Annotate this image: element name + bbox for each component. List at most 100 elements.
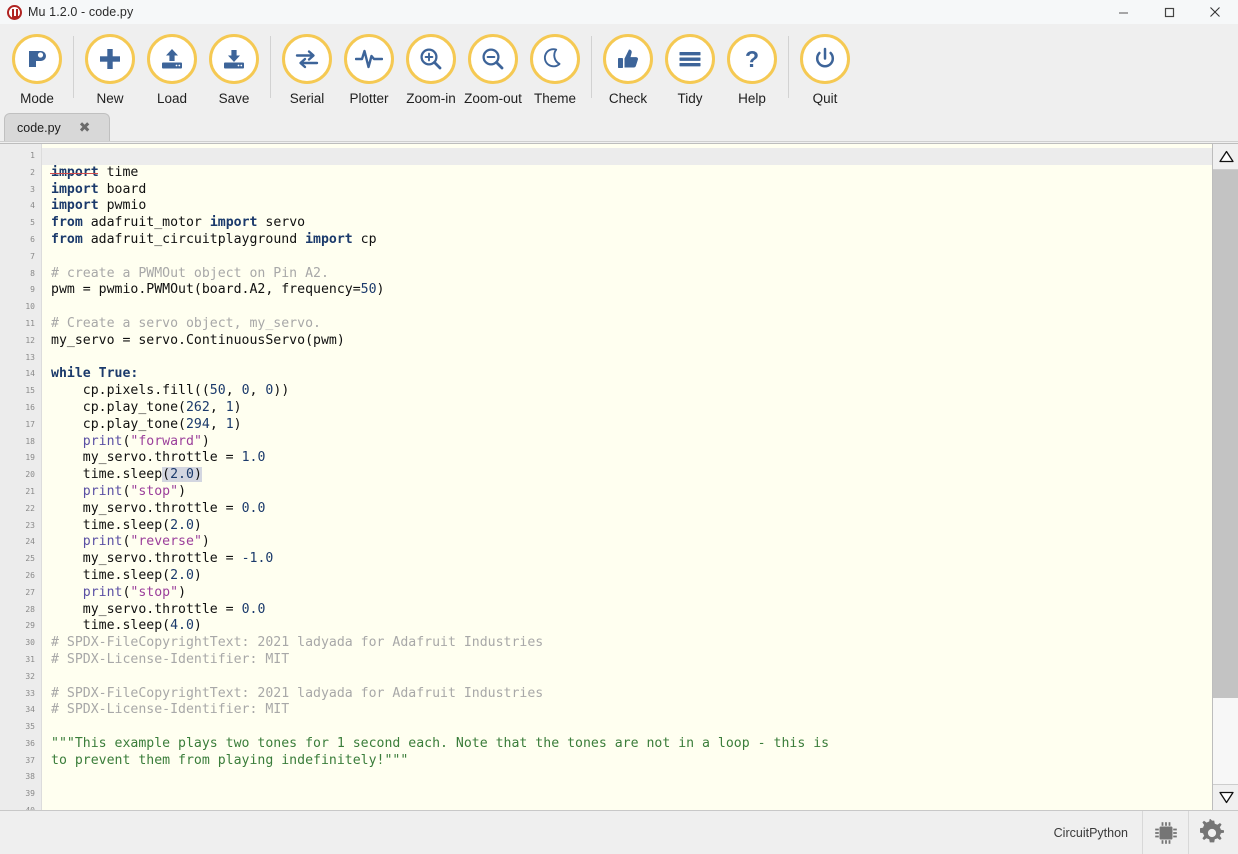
code-line[interactable]: from adafruit_circuitplayground import c… <box>51 232 1212 249</box>
code-token: ) <box>193 517 202 533</box>
toolbar-button-check[interactable]: Check <box>597 32 659 106</box>
code-line[interactable]: # SPDX-License-Identifier: MIT <box>51 652 1212 669</box>
code-token: to prevent them from playing indefinitel… <box>51 752 409 768</box>
toolbar-button-new[interactable]: New <box>79 32 141 106</box>
code-token: from <box>51 231 83 247</box>
magnifier-minus-icon-wrap <box>468 34 518 84</box>
toolbar-button-theme[interactable]: Theme <box>524 32 586 106</box>
code-token: adafruit_motor <box>82 215 210 231</box>
toolbar-button-zoom-out[interactable]: Zoom-out <box>462 32 524 106</box>
code-line[interactable]: print("stop") <box>51 484 1212 501</box>
line-number: 36 <box>25 738 35 748</box>
code-line[interactable]: import pwmio <box>51 198 1212 215</box>
code-line[interactable] <box>42 148 1212 165</box>
code-line[interactable] <box>51 803 1212 810</box>
code-token: ) <box>193 567 202 583</box>
close-button[interactable] <box>1192 0 1238 24</box>
line-number: 19 <box>25 453 35 463</box>
code-token: my_servo = servo.ContinuousServo(pwm) <box>51 332 345 348</box>
minimize-button[interactable] <box>1100 0 1146 24</box>
code-line[interactable] <box>51 786 1212 803</box>
line-number: 8 <box>30 268 35 278</box>
code-line[interactable]: """This example plays two tones for 1 se… <box>51 736 1212 753</box>
toolbar-separator-4 <box>788 36 789 98</box>
scrollbar-track[interactable] <box>1213 170 1238 784</box>
code-line[interactable]: print("reverse") <box>51 534 1212 551</box>
code-line[interactable]: my_servo = servo.ContinuousServo(pwm) <box>51 333 1212 350</box>
code-line[interactable]: my_servo.throttle = -1.0 <box>51 551 1212 568</box>
tab-code-py[interactable]: code.py ✖ <box>4 113 110 141</box>
code-token: 0.0 <box>241 601 266 617</box>
device-status-button[interactable] <box>1142 810 1188 854</box>
toolbar-button-plotter[interactable]: Plotter <box>338 32 400 106</box>
code-token: "stop" <box>130 483 179 499</box>
toolbar-label-mode: Mode <box>20 91 54 106</box>
plus-icon <box>100 49 120 69</box>
code-line[interactable]: # Create a servo object, my_servo. <box>51 316 1212 333</box>
toolbar-button-quit[interactable]: Quit <box>794 32 856 106</box>
settings-button[interactable] <box>1188 810 1234 854</box>
code-line[interactable]: time.sleep(2.0) <box>51 568 1212 585</box>
code-token: while True: <box>51 366 139 382</box>
vertical-scrollbar[interactable] <box>1212 144 1238 810</box>
close-icon[interactable]: ✖ <box>79 121 91 135</box>
toolbar-button-save[interactable]: Save <box>203 32 265 106</box>
code-line[interactable]: # SPDX-License-Identifier: MIT <box>51 702 1212 719</box>
code-token: my_servo.throttle = <box>51 500 242 516</box>
code-line[interactable]: my_servo.throttle = 1.0 <box>51 450 1212 467</box>
code-line[interactable] <box>51 299 1212 316</box>
line-number: 39 <box>25 789 35 799</box>
code-line[interactable]: to prevent them from playing indefinitel… <box>51 753 1212 770</box>
triangle-down-icon <box>1218 791 1234 804</box>
code-token: time.sleep( <box>51 517 171 533</box>
code-token: print <box>82 483 123 499</box>
code-line[interactable]: pwm = pwmio.PWMOut(board.A2, frequency=5… <box>51 282 1212 299</box>
code-line[interactable]: import board <box>51 182 1212 199</box>
code-line[interactable] <box>51 669 1212 686</box>
code-line[interactable]: # create a PWMOut object on Pin A2. <box>51 266 1212 283</box>
code-line[interactable]: time.sleep(4.0) <box>51 618 1212 635</box>
code-line[interactable]: # SPDX-FileCopyrightText: 2021 ladyada f… <box>51 635 1212 652</box>
line-number: 16 <box>25 402 35 412</box>
code-line[interactable] <box>51 719 1212 736</box>
scroll-down-button[interactable] <box>1213 784 1238 810</box>
code-line[interactable]: cp.pixels.fill((50, 0, 0)) <box>51 383 1212 400</box>
code-line[interactable]: my_servo.throttle = 0.0 <box>51 501 1212 518</box>
scroll-up-button[interactable] <box>1213 144 1238 170</box>
toolbar-button-zoom-in[interactable]: Zoom-in <box>400 32 462 106</box>
code-token: pwm = pwmio.PWMOut(board.A2, frequency= <box>51 282 361 298</box>
code-text-area[interactable]: import time import board import pwmio from … <box>42 144 1212 810</box>
code-line[interactable]: time.sleep(2.0) <box>51 518 1212 535</box>
code-line[interactable]: import time <box>51 165 1212 182</box>
code-token: """This example plays two tones for 1 se… <box>51 735 830 751</box>
toolbar-button-load[interactable]: Load <box>141 32 203 106</box>
code-token: ) <box>193 618 202 634</box>
toolbar-button-help[interactable]: ? Help <box>721 32 783 106</box>
code-line[interactable] <box>51 350 1212 367</box>
code-line[interactable]: cp.play_tone(262, 1) <box>51 400 1212 417</box>
toolbar-label-serial: Serial <box>289 91 325 106</box>
toolbar-button-mode[interactable]: Mode <box>6 32 68 106</box>
code-token: cp.play_tone( <box>51 416 186 432</box>
status-mode-label[interactable]: CircuitPython <box>1040 826 1142 840</box>
toolbar-button-tidy[interactable]: Tidy <box>659 32 721 106</box>
toolbar-label-plotter: Plotter <box>349 91 389 106</box>
line-number: 21 <box>25 486 35 496</box>
code-line[interactable]: while True: <box>51 366 1212 383</box>
code-line[interactable]: cp.play_tone(294, 1) <box>51 417 1212 434</box>
code-token: 50 <box>360 282 377 298</box>
scrollbar-thumb[interactable] <box>1213 170 1238 699</box>
toolbar-button-serial[interactable]: Serial <box>276 32 338 106</box>
toolbar-separator-1 <box>73 36 74 98</box>
code-token: # SPDX-License-Identifier: MIT <box>51 651 290 667</box>
code-line[interactable] <box>51 769 1212 786</box>
code-line[interactable]: # SPDX-FileCopyrightText: 2021 ladyada f… <box>51 686 1212 703</box>
code-line[interactable]: print("stop") <box>51 585 1212 602</box>
editor-area: 1 2 3 4 5 6 7 8 9 10 11 12 13 14 15 16 17 18 19 20 21 22 23 24 2… <box>0 143 1238 815</box>
code-line[interactable]: print("forward") <box>51 434 1212 451</box>
code-line[interactable]: time.sleep(2.0) <box>51 467 1212 484</box>
code-line[interactable]: my_servo.throttle = 0.0 <box>51 602 1212 619</box>
maximize-button[interactable] <box>1146 0 1192 24</box>
code-line[interactable] <box>51 249 1212 266</box>
code-line[interactable]: from adafruit_motor import servo <box>51 215 1212 232</box>
